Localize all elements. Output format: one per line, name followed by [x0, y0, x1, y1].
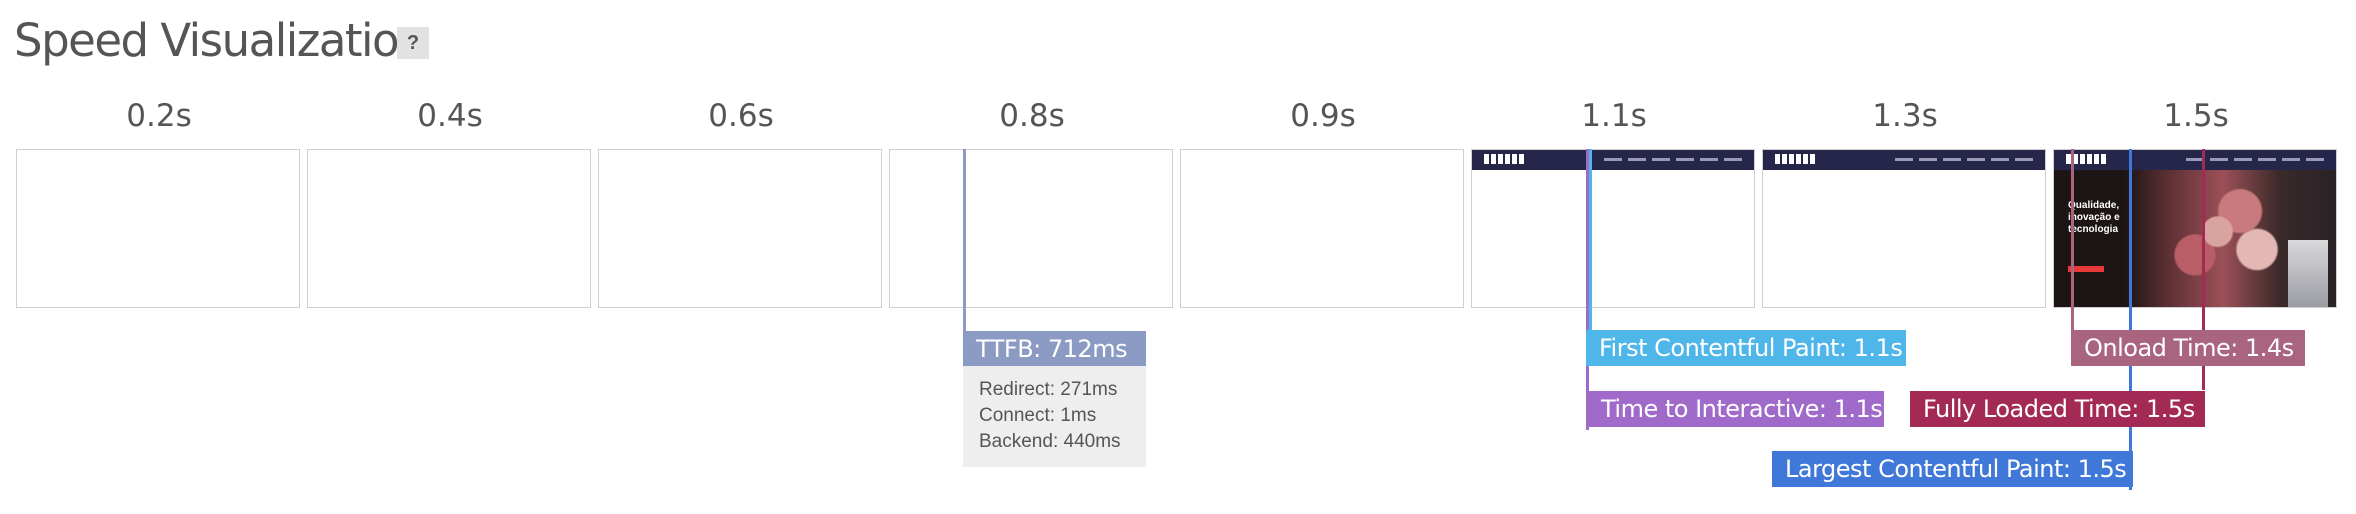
thumbnail-hero-image: Qualidade, inovação e tecnologia — [2054, 170, 2336, 307]
time-to-interactive-tag: Time to Interactive: 1.1s — [1588, 391, 1884, 427]
onload-time-tag: Onload Time: 1.4s — [2071, 330, 2305, 366]
thumbnail-navbar — [1472, 150, 1754, 170]
time-label: 1.3s — [1872, 98, 1938, 134]
time-label: 0.6s — [708, 98, 774, 134]
first-contentful-paint-tag: First Contentful Paint: 1.1s — [1586, 330, 1906, 366]
time-label: 0.9s — [1290, 98, 1356, 134]
redirect-time: Redirect: 271ms — [979, 379, 1118, 400]
largest-contentful-paint-tag: Largest Contentful Paint: 1.5s — [1772, 451, 2133, 487]
filmstrip-frame[interactable] — [307, 149, 591, 308]
time-label: 0.2s — [126, 98, 192, 134]
time-label: 0.4s — [417, 98, 483, 134]
largest-contentful-paint-marker-line — [2129, 149, 2132, 490]
fully-loaded-time-tag: Fully Loaded Time: 1.5s — [1910, 391, 2205, 427]
onload-time-marker-line — [2071, 149, 2074, 330]
connect-time: Connect: 1ms — [979, 405, 1097, 426]
filmstrip-frame[interactable] — [889, 149, 1173, 308]
thumbnail-menu — [2186, 158, 2326, 161]
time-label: 1.5s — [2163, 98, 2229, 134]
filmstrip-frame[interactable] — [598, 149, 882, 308]
thumbnail-navbar — [1763, 150, 2045, 170]
help-button[interactable]: ? — [397, 27, 429, 59]
page-title: Speed Visualization — [14, 14, 427, 67]
filmstrip-frame[interactable] — [1180, 149, 1464, 308]
filmstrip-frame[interactable] — [16, 149, 300, 308]
filmstrip-frame[interactable] — [1471, 149, 1755, 308]
thumbnail-logo — [1484, 154, 1526, 164]
thumbnail-menu — [1604, 158, 1744, 161]
filmstrip-frame[interactable]: Qualidade, inovação e tecnologia — [2053, 149, 2337, 308]
time-label: 0.8s — [999, 98, 1065, 134]
time-label: 1.1s — [1581, 98, 1647, 134]
thumbnail-navbar — [2054, 150, 2336, 170]
backend-time: Backend: 440ms — [979, 431, 1121, 452]
thumbnail-menu — [1895, 158, 2035, 161]
ttfb-tag: TTFB: 712ms — [963, 331, 1146, 367]
thumbnail-logo — [1775, 154, 1817, 164]
thumbnail-hero-text: Qualidade, inovação e tecnologia — [2068, 200, 2120, 235]
first-contentful-paint-marker-line — [1589, 149, 1592, 330]
ttfb-details: Redirect: 271ms Connect: 1ms Backend: 44… — [963, 366, 1146, 467]
filmstrip-frame[interactable] — [1762, 149, 2046, 308]
thumbnail-machine-image — [2288, 240, 2328, 307]
